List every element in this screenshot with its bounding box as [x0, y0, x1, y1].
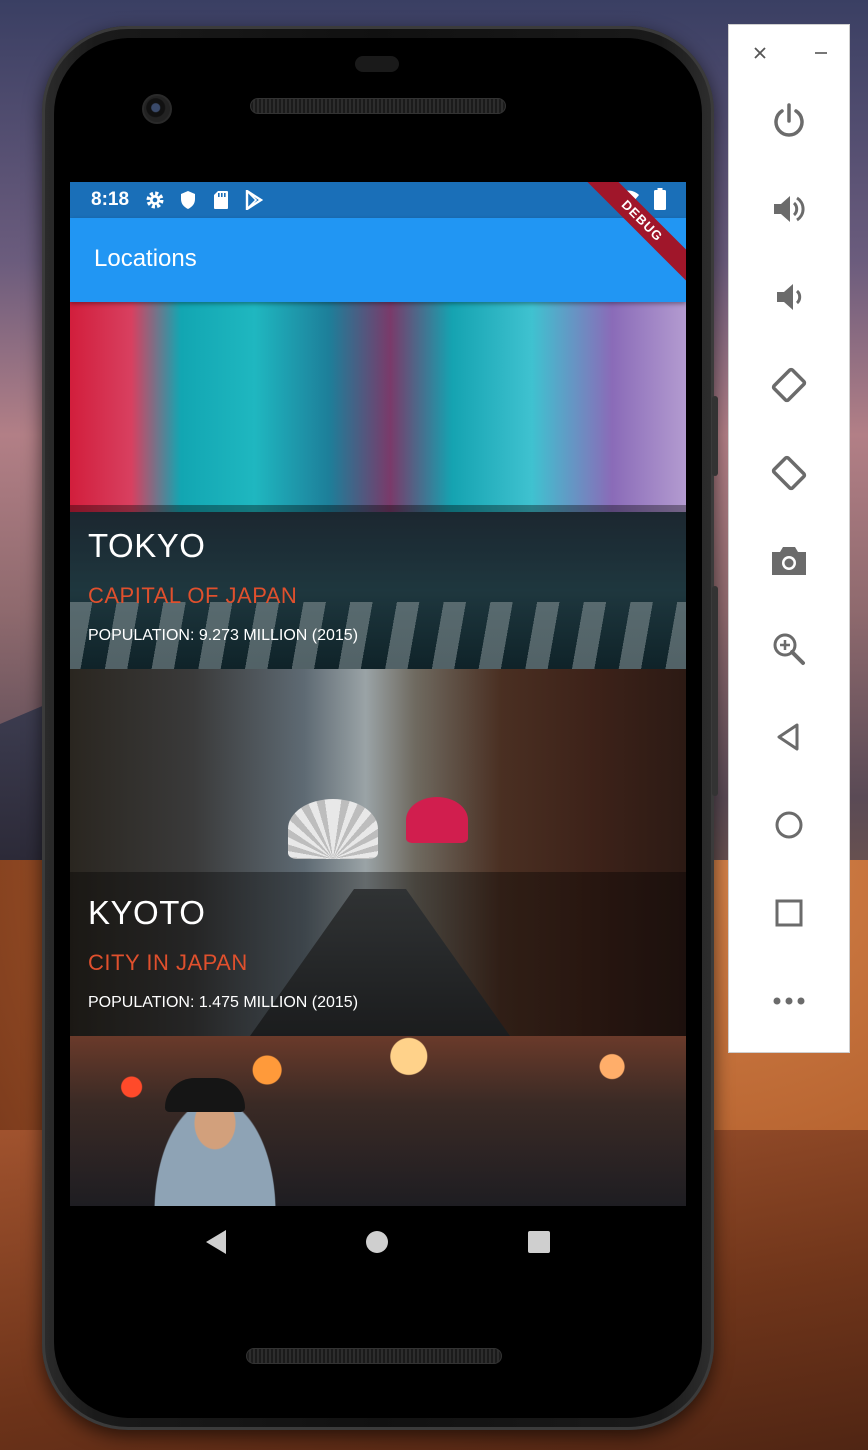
emulator-toolbar	[728, 24, 850, 1053]
photo-cap	[165, 1078, 245, 1112]
play-store-icon	[244, 190, 264, 210]
power-icon	[774, 103, 804, 137]
nav-home-icon[interactable]	[366, 1231, 388, 1253]
city-population: POPULATION: 1.475 MILLION (2015)	[88, 994, 359, 1011]
location-card-kyoto[interactable]: KYOTO CITY IN JAPAN POPULATION: 1.475 MI…	[70, 669, 686, 1036]
city-name: KYOTO	[88, 894, 206, 931]
earpiece-speaker	[250, 98, 506, 114]
volume-up-button[interactable]	[763, 183, 815, 235]
back-button[interactable]	[763, 711, 815, 763]
battery-icon	[654, 188, 666, 215]
rotate-right-icon	[771, 455, 807, 491]
city-subtitle: CAPITAL OF JAPAN	[88, 583, 298, 608]
overview-button[interactable]	[763, 887, 815, 939]
volume-down-button[interactable]	[763, 271, 815, 323]
red-umbrella	[406, 797, 468, 843]
home-icon	[775, 811, 803, 839]
shield-icon	[178, 190, 198, 210]
more-button[interactable]	[763, 975, 815, 1027]
phone-screen: 8:18 Locations DEBUG TOKYO CAPITAL OF JA…	[70, 182, 686, 1206]
close-icon[interactable]	[752, 45, 768, 66]
city-subtitle: CITY IN JAPAN	[88, 950, 248, 975]
android-navigation-bar	[70, 1206, 686, 1278]
page-title: Locations	[94, 245, 197, 272]
settings-icon	[145, 190, 165, 210]
city-name: TOKYO	[88, 527, 206, 564]
front-camera-icon	[142, 94, 172, 124]
side-button-power	[712, 396, 718, 476]
nav-recents-icon[interactable]	[528, 1231, 550, 1253]
power-button[interactable]	[763, 95, 815, 147]
location-card-tokyo[interactable]: TOKYO CAPITAL OF JAPAN POPULATION: 9.273…	[70, 302, 686, 669]
rotate-left-icon	[771, 367, 807, 403]
location-card-third[interactable]	[70, 1036, 686, 1206]
bottom-speaker	[246, 1348, 502, 1364]
app-bar: Locations	[70, 218, 686, 302]
overview-icon	[775, 899, 803, 927]
city-population: POPULATION: 9.273 MILLION (2015)	[88, 627, 359, 644]
sensor-slot	[355, 56, 399, 72]
volume-down-icon	[777, 284, 802, 310]
home-button[interactable]	[763, 799, 815, 851]
camera-icon	[772, 547, 806, 575]
screenshot-button[interactable]	[763, 535, 815, 587]
side-button-volume	[712, 586, 718, 796]
minimize-icon[interactable]	[813, 45, 829, 66]
rotate-right-button[interactable]	[763, 447, 815, 499]
white-umbrella	[288, 799, 378, 859]
rotate-left-button[interactable]	[763, 359, 815, 411]
nav-back-icon[interactable]	[206, 1230, 226, 1254]
volume-up-icon	[774, 196, 805, 222]
sd-card-icon	[211, 190, 231, 210]
back-icon	[777, 723, 799, 751]
status-time: 8:18	[91, 189, 130, 210]
zoom-button[interactable]	[763, 623, 815, 675]
zoom-icon	[773, 633, 805, 665]
more-icon	[773, 997, 805, 1005]
